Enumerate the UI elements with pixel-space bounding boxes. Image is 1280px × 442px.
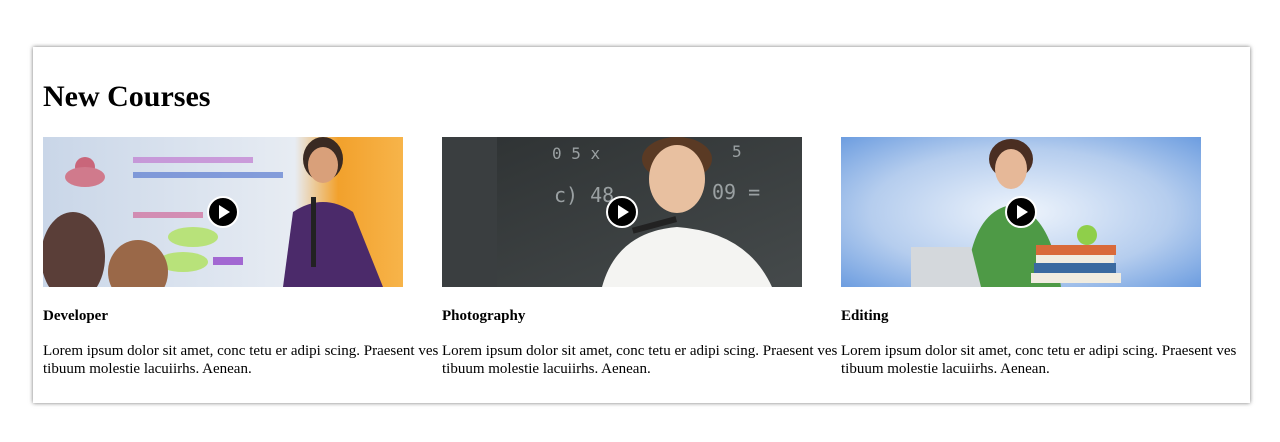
- course-description: Lorem ipsum dolor sit amet, conc tetu er…: [442, 343, 838, 377]
- course-title: Editing: [841, 308, 889, 324]
- course-title: Developer: [43, 308, 108, 324]
- svg-text:5: 5: [732, 142, 742, 161]
- course-card-editing: Editing Lorem ipsum dolor sit amet, conc…: [841, 137, 1240, 377]
- courses-panel: New Courses Developer Lorem ipsum dolor …: [33, 47, 1250, 403]
- section-title: New Courses: [43, 80, 211, 113]
- svg-text:09 =: 09 =: [712, 180, 760, 204]
- svg-text:0 5 x: 0 5 x: [552, 144, 601, 163]
- play-icon[interactable]: [207, 196, 239, 228]
- course-description: Lorem ipsum dolor sit amet, conc tetu er…: [841, 343, 1237, 377]
- play-icon[interactable]: [606, 196, 638, 228]
- course-video-thumbnail[interactable]: [841, 137, 1201, 287]
- course-description: Lorem ipsum dolor sit amet, conc tetu er…: [43, 343, 439, 377]
- course-card-photography: 0 5 x 5 c) 48 09 = Photography Lorem ips…: [442, 137, 841, 377]
- course-card-developer: Developer Lorem ipsum dolor sit amet, co…: [43, 137, 442, 377]
- course-video-thumbnail[interactable]: [43, 137, 403, 287]
- course-video-thumbnail[interactable]: 0 5 x 5 c) 48 09 =: [442, 137, 802, 287]
- course-title: Photography: [442, 308, 526, 324]
- play-icon[interactable]: [1005, 196, 1037, 228]
